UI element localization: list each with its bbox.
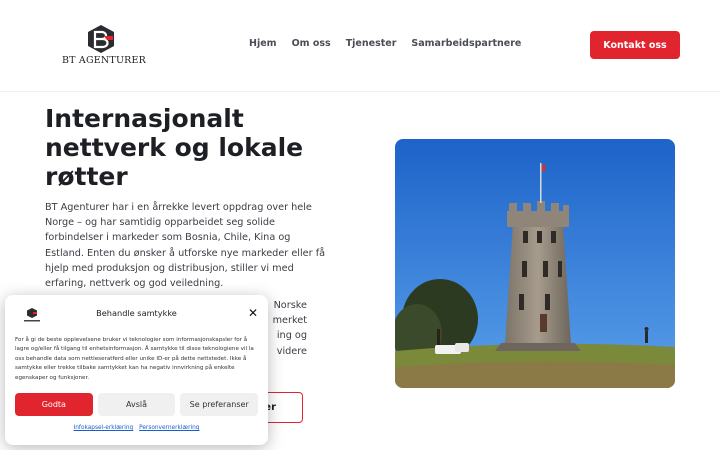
logo-text: BT AGENTURER	[62, 55, 147, 66]
tower-photo	[395, 139, 675, 388]
logo-mark-icon	[88, 25, 114, 53]
main-nav: Hjem Om oss Tjenester Samarbeidspartnere	[249, 38, 521, 49]
nav-hjem[interactable]: Hjem	[249, 38, 277, 49]
deny-button[interactable]: Avslå	[97, 393, 176, 416]
privacy-policy-link[interactable]: Personvernerklæring	[139, 425, 199, 431]
nav-tjenester[interactable]: Tjenester	[346, 38, 397, 49]
cookie-title: Behandle samtykke	[96, 308, 177, 318]
hero-image	[395, 139, 675, 388]
nav-om-oss[interactable]: Om oss	[292, 38, 331, 49]
logo[interactable]: BT AGENTURER	[62, 24, 147, 68]
hero-title: Internasjonalt nettverk og lokale røtter	[45, 104, 304, 191]
nav-samarbeidspartnere[interactable]: Samarbeidspartnere	[411, 38, 521, 49]
hero-paragraph: BT Agenturer har i en årrekke levert opp…	[45, 202, 326, 290]
site-header: BT AGENTURER Hjem Om oss Tjenester Samar…	[0, 0, 720, 92]
cookie-policy-link[interactable]: Infokapsel-erklæring	[74, 425, 134, 431]
cookie-description: For å gi de beste opplevelsene bruker vi…	[15, 337, 254, 381]
cookie-actions: Godta Avslå Se preferanser	[15, 393, 259, 416]
accept-button[interactable]: Godta	[15, 393, 93, 416]
cookie-consent-dialog: Behandle samtykke ✕ For å gi de beste op…	[5, 295, 268, 445]
close-icon[interactable]: ✕	[247, 307, 259, 319]
cookie-links: Infokapsel-erklæring Personvernerklæring	[5, 425, 268, 431]
contact-button[interactable]: Kontakt oss	[590, 31, 680, 59]
preferences-button[interactable]: Se preferanser	[180, 393, 259, 416]
